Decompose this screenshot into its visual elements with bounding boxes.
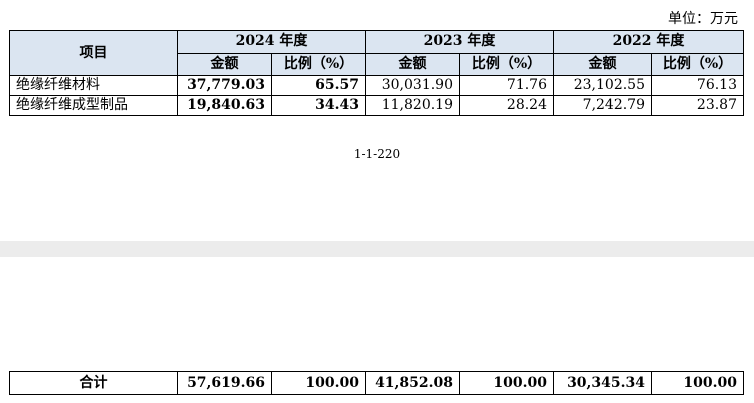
row-label: 绝缘纤维材料 xyxy=(9,75,178,96)
total-label: 合计 xyxy=(9,371,178,395)
header-ratio-2023: 比例（%） xyxy=(459,52,554,76)
cell-ratio-2022: 76.13 xyxy=(651,75,744,96)
page-break-divider xyxy=(0,241,754,257)
header-item: 项目 xyxy=(9,30,178,76)
total-ratio-2023: 100.00 xyxy=(459,371,554,395)
unit-label: 单位：万元 xyxy=(668,11,738,27)
table-row: 绝缘纤维成型制品 19,840.63 34.43 11,820.19 28.24… xyxy=(9,95,744,116)
header-amount-2022: 金额 xyxy=(553,52,652,76)
total-ratio-2024: 100.00 xyxy=(271,371,366,395)
header-year-2022: 2022 年度 xyxy=(553,30,744,54)
cell-ratio-2024: 65.57 xyxy=(271,75,366,96)
total-amount-2023: 41,852.08 xyxy=(365,371,460,395)
cell-ratio-2023: 71.76 xyxy=(459,75,554,96)
cell-amount-2022: 23,102.55 xyxy=(553,75,652,96)
revenue-by-product-table: 项目 2024 年度 2023 年度 2022 年度 金额 比例（%） 金额 比… xyxy=(9,30,744,116)
cell-amount-2023: 30,031.90 xyxy=(365,75,460,96)
cell-amount-2022: 7,242.79 xyxy=(553,95,652,116)
cell-ratio-2023: 28.24 xyxy=(459,95,554,116)
total-amount-2022: 30,345.34 xyxy=(553,371,652,395)
total-amount-2024: 57,619.66 xyxy=(177,371,272,395)
header-year-2024: 2024 年度 xyxy=(177,30,366,54)
total-row: 合计 57,619.66 100.00 41,852.08 100.00 30,… xyxy=(9,371,744,395)
row-label: 绝缘纤维成型制品 xyxy=(9,95,178,116)
header-amount-2024: 金额 xyxy=(177,52,272,76)
header-ratio-2022: 比例（%） xyxy=(651,52,744,76)
cell-amount-2024: 19,840.63 xyxy=(177,95,272,116)
cell-ratio-2022: 23.87 xyxy=(651,95,744,116)
header-amount-2023: 金额 xyxy=(365,52,460,76)
cell-amount-2024: 37,779.03 xyxy=(177,75,272,96)
total-row-table: 合计 57,619.66 100.00 41,852.08 100.00 30,… xyxy=(9,371,744,395)
header-row-years: 项目 2024 年度 2023 年度 2022 年度 xyxy=(9,30,744,76)
cell-amount-2023: 11,820.19 xyxy=(365,95,460,116)
page-number: 1-1-220 xyxy=(353,147,401,161)
total-ratio-2022: 100.00 xyxy=(651,371,744,395)
header-ratio-2024: 比例（%） xyxy=(271,52,366,76)
cell-ratio-2024: 34.43 xyxy=(271,95,366,116)
table-row: 绝缘纤维材料 37,779.03 65.57 30,031.90 71.76 2… xyxy=(9,75,744,96)
header-year-2023: 2023 年度 xyxy=(365,30,554,54)
